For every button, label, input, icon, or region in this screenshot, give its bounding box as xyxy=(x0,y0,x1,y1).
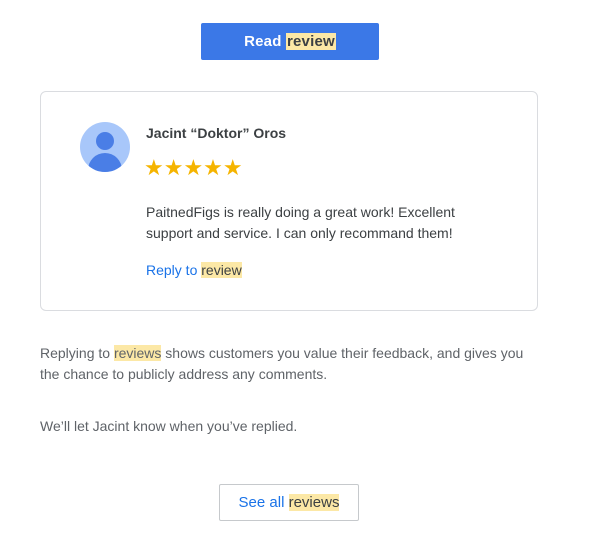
star-rating: ★★★★★ xyxy=(144,156,243,181)
see-all-reviews-button[interactable]: See all reviews xyxy=(219,484,359,521)
read-review-label: Read xyxy=(244,33,282,50)
notify-paragraph: We’ll let Jacint know when you’ve replie… xyxy=(40,418,298,434)
reply-link-label: Reply to xyxy=(146,262,198,278)
avatar-head-icon xyxy=(96,132,114,150)
avatar xyxy=(80,122,130,172)
read-review-highlight: review xyxy=(285,33,336,50)
paragraph1-before: Replying to xyxy=(40,345,114,361)
reply-info-paragraph: Replying to reviews shows customers you … xyxy=(40,343,540,385)
avatar-body-icon xyxy=(88,153,122,172)
reply-link-highlight: review xyxy=(201,262,242,278)
reviewer-name: Jacint “Doktor” Oros xyxy=(146,125,287,141)
see-all-label: See all xyxy=(238,494,285,511)
review-card: Jacint “Doktor” Oros ★★★★★ PaitnedFigs i… xyxy=(40,91,538,311)
reply-to-review-link[interactable]: Reply to review xyxy=(146,262,242,278)
see-all-highlight: reviews xyxy=(288,494,340,511)
review-text: PaitnedFigs is really doing a great work… xyxy=(146,204,455,241)
paragraph1-highlight: reviews xyxy=(113,345,162,361)
read-review-button[interactable]: Read review xyxy=(201,23,379,60)
